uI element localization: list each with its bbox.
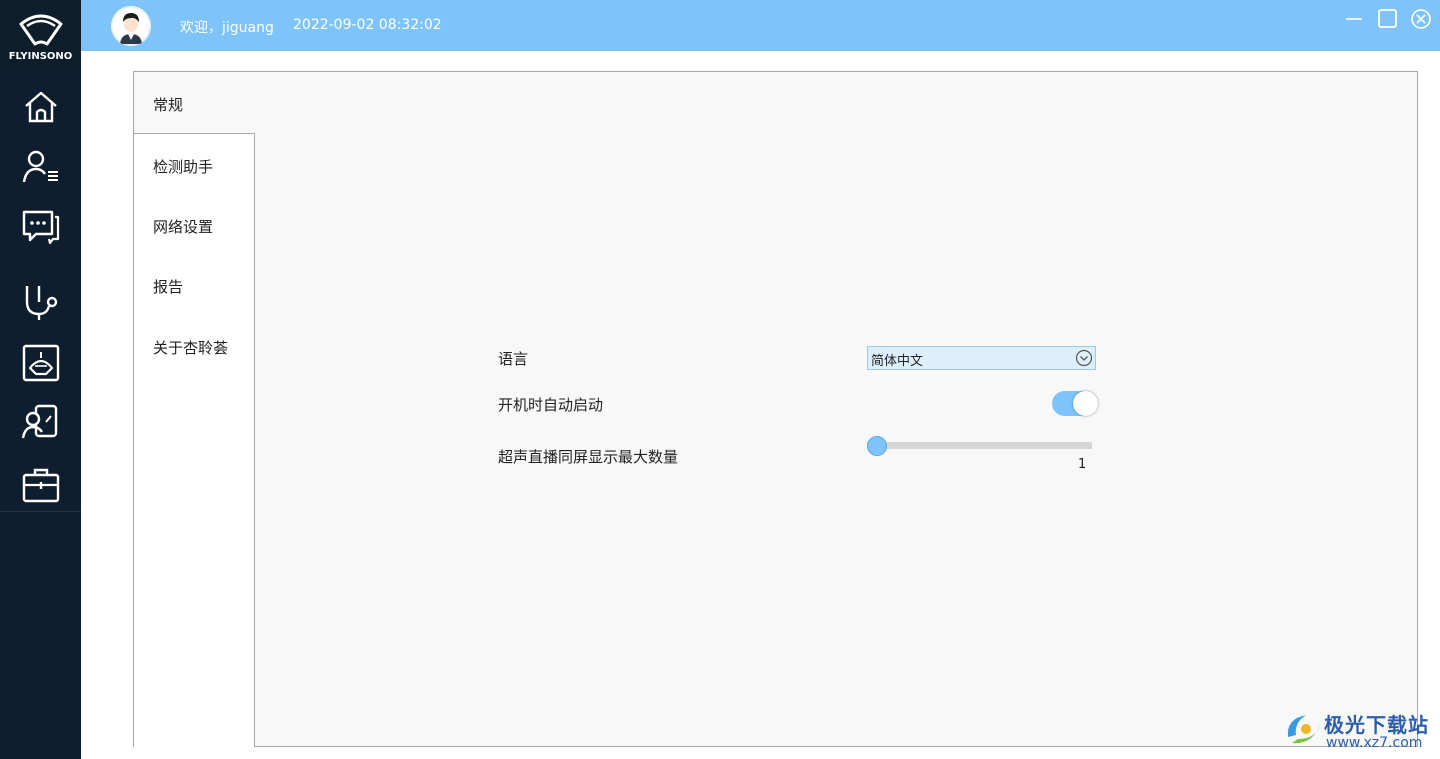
nav-consult[interactable] [20,402,62,444]
minimize-button[interactable] [1343,8,1365,30]
chevron-down-icon [1075,349,1093,367]
welcome-text: 欢迎，jiguang [180,20,274,36]
tab-about[interactable]: 关于杏聆荟 [153,337,228,358]
toggle-knob [1073,391,1098,416]
nav-home[interactable] [20,86,62,128]
rail-divider [0,511,81,512]
tab-network-settings[interactable]: 网络设置 [153,216,213,237]
user-avatar-icon [111,6,151,46]
language-label: 语言 [498,350,529,368]
language-select[interactable]: 简体中文 [867,346,1096,370]
close-button[interactable] [1410,8,1432,30]
watermark-url: www.xz7.com [1326,735,1423,751]
autostart-toggle[interactable] [1052,391,1098,416]
logo-text: FLYINSONO [8,51,73,62]
user-list-icon [22,150,58,183]
maximize-button[interactable] [1377,8,1399,30]
ultrasound-icon [22,344,60,382]
max-screens-slider-track[interactable] [867,442,1092,449]
toolbox-icon [22,468,60,503]
minimize-icon [1346,18,1362,20]
nav-stethoscope[interactable] [20,282,62,324]
nav-patients[interactable] [20,146,62,188]
doctor-icon [21,404,58,439]
nav-messages[interactable] [20,206,62,248]
chat-icon [22,210,60,245]
max-screens-label: 超声直播同屏显示最大数量 [498,448,679,466]
tab-general[interactable]: 常规 [153,94,183,115]
max-screens-slider-thumb[interactable] [867,436,887,456]
header-bar: 欢迎，jiguang 2022-09-02 08:32:02 [81,0,1440,51]
datetime-text: 2022-09-02 08:32:02 [293,17,442,33]
watermark-text: 极光下载站 [1324,713,1429,737]
nav-ultrasound[interactable] [20,342,62,384]
maximize-icon [1378,9,1397,28]
max-screens-value: 1 [1078,457,1087,472]
home-icon [25,91,57,123]
close-icon [1411,9,1431,29]
nav-rail: FLYINSONO [0,0,81,759]
nav-toolbox[interactable] [20,464,62,506]
avatar[interactable] [111,6,151,46]
tab-report[interactable]: 报告 [153,276,183,297]
watermark-logo-icon [1287,715,1320,744]
watermark: 极光下载站 www.xz7.com [1282,707,1432,753]
logo-icon [19,14,63,46]
autostart-label: 开机时自动启动 [498,396,604,414]
stethoscope-icon [25,286,58,320]
brand-logo: FLYINSONO [0,0,81,72]
tab-detection-assistant[interactable]: 检测助手 [153,156,213,177]
app-window: FLYINSONO 欢迎，jiguang 2022-09-02 08:32:02… [0,0,1440,759]
settings-panel [133,71,1418,747]
language-select-value: 简体中文 [871,354,924,369]
